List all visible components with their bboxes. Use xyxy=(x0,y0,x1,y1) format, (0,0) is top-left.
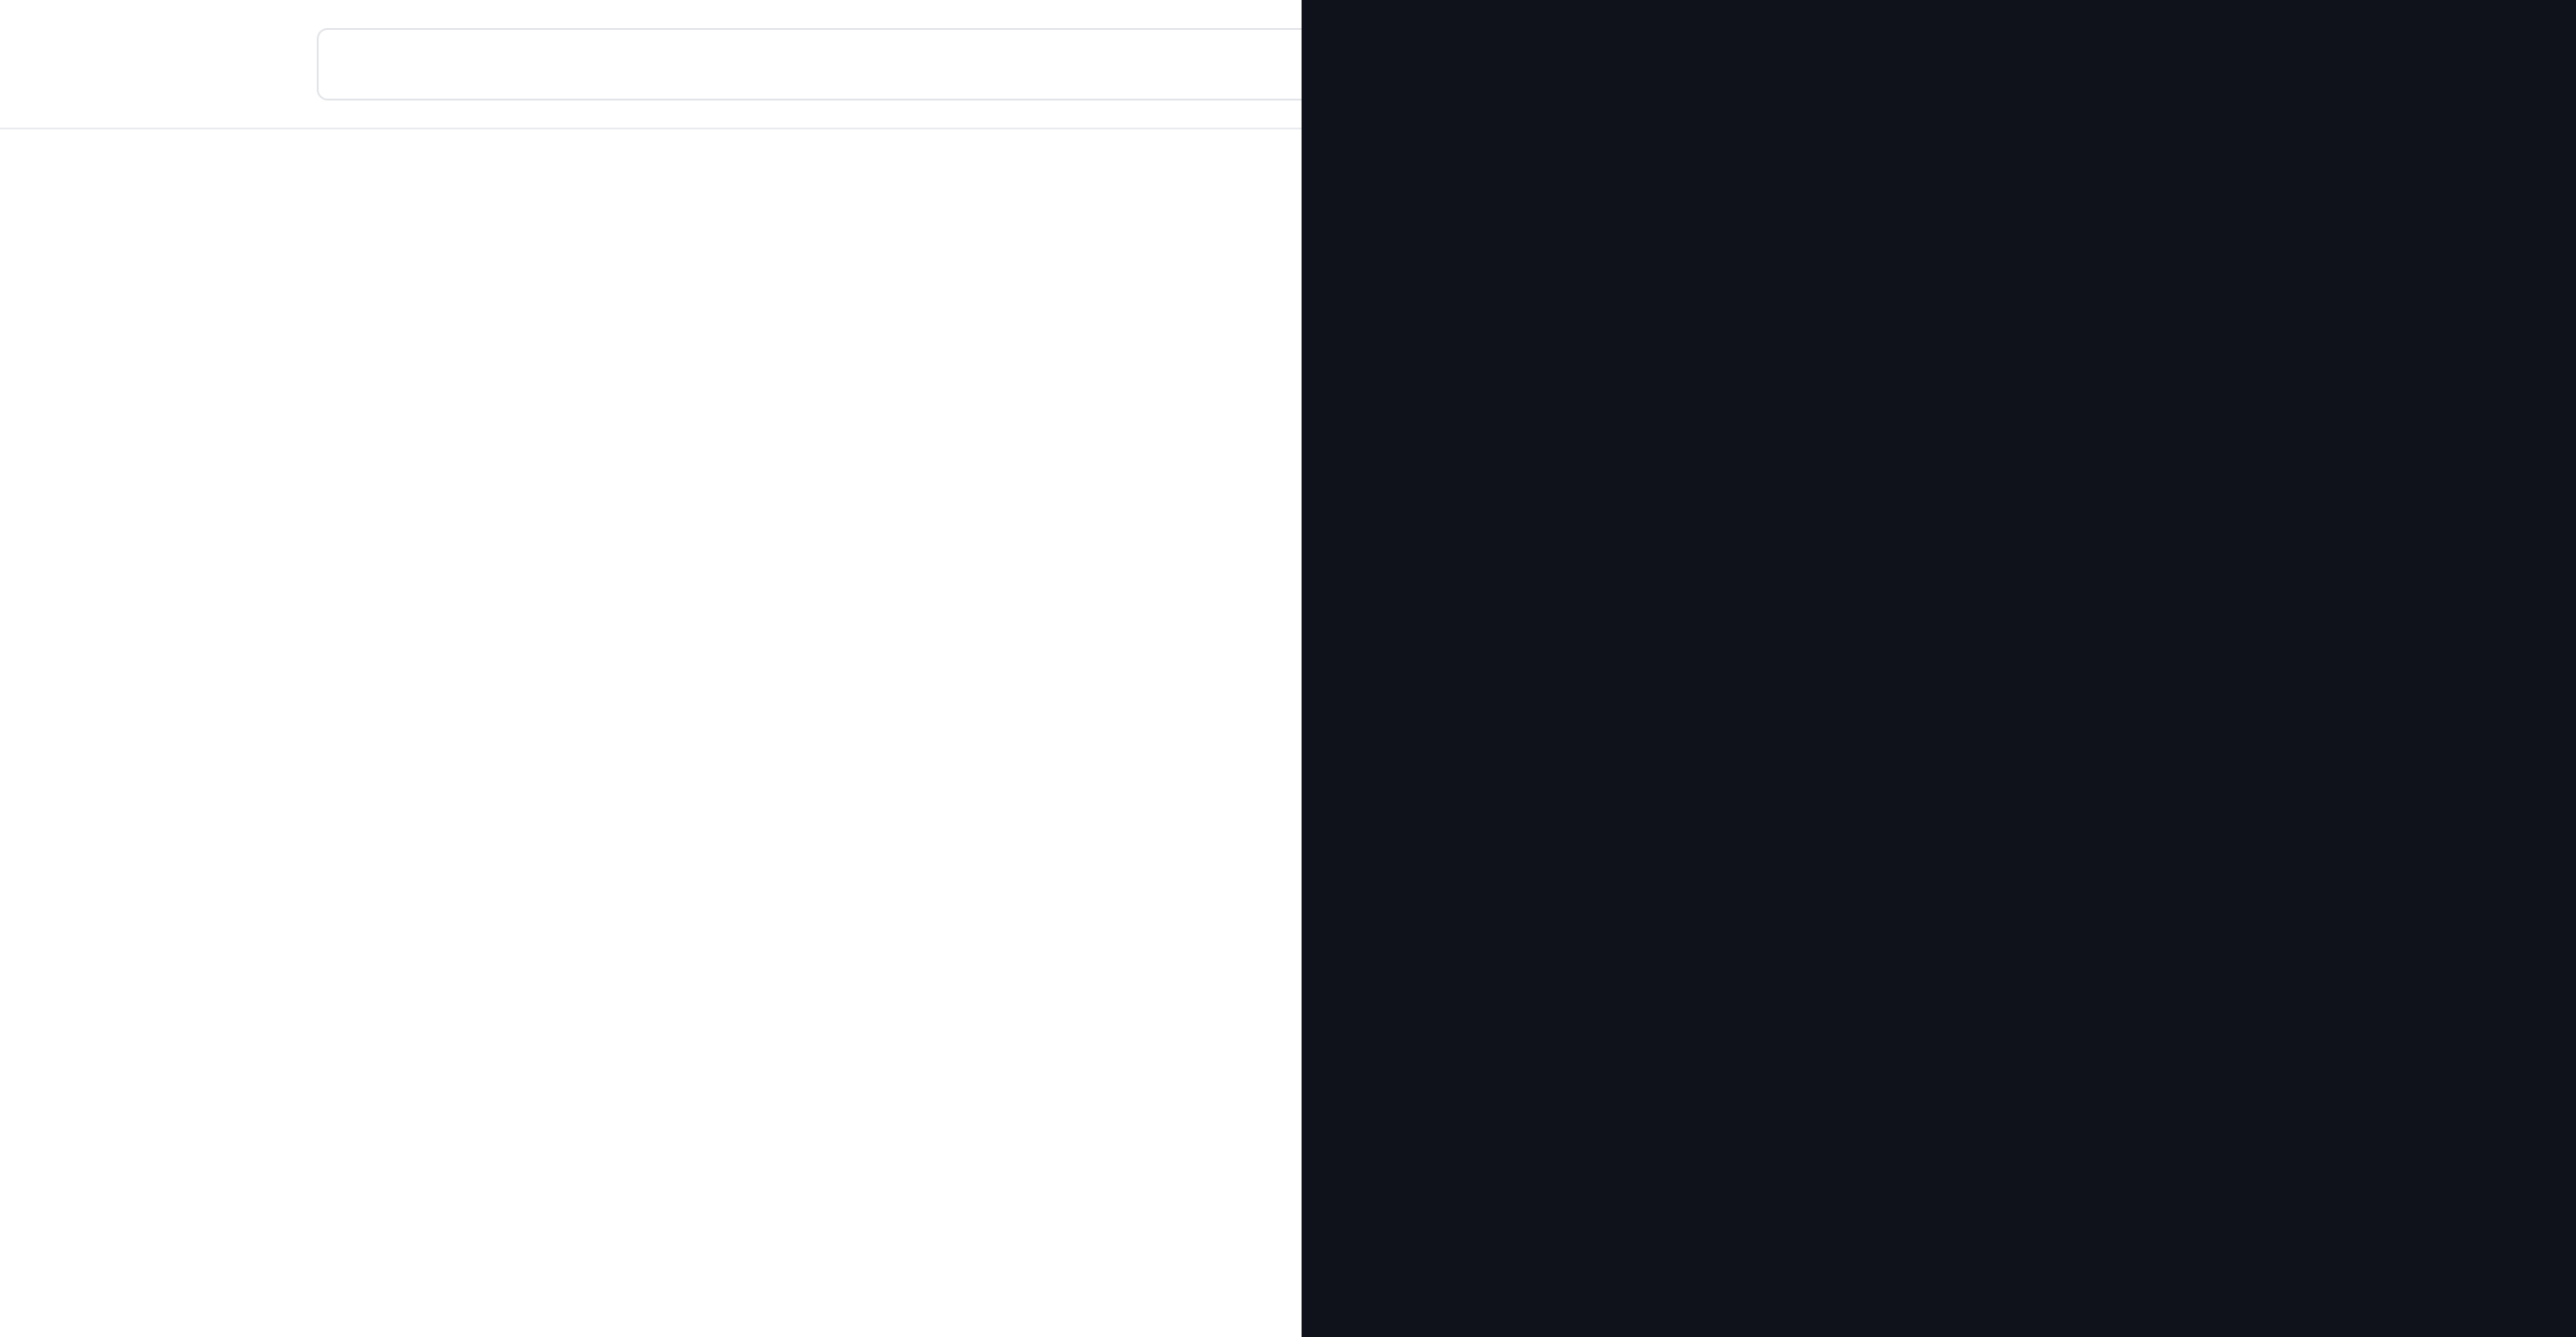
search-input[interactable] xyxy=(317,28,1378,100)
